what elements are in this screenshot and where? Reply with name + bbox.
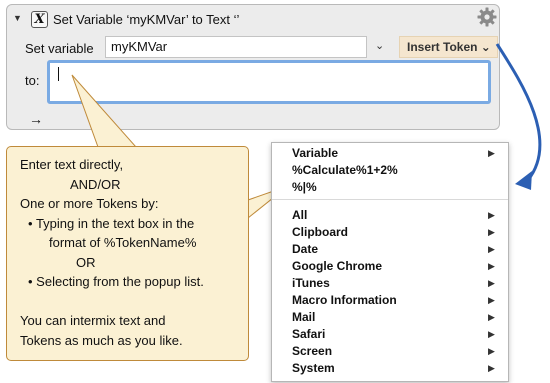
- bullet-icon: •: [28, 274, 37, 289]
- menu-item-label: Mail: [292, 310, 316, 324]
- callout-line: Enter text directly,: [20, 157, 124, 172]
- menu-item-mail[interactable]: Mail ▶: [272, 309, 508, 326]
- menu-separator: [272, 199, 508, 200]
- menu-item-safari[interactable]: Safari ▶: [272, 326, 508, 343]
- menu-item-label: %|%: [292, 180, 317, 194]
- callout-line: OR: [76, 254, 96, 270]
- to-text-field[interactable]: [47, 60, 491, 104]
- action-x-icon: X: [31, 11, 48, 28]
- menu-item-screen[interactable]: Screen ▶: [272, 343, 508, 360]
- submenu-triangle-icon: ▶: [488, 329, 495, 339]
- insert-token-label: Insert Token: [407, 40, 478, 54]
- callout-line: AND/OR: [70, 176, 121, 192]
- gear-icon[interactable]: [477, 7, 497, 27]
- submenu-triangle-icon: ▶: [488, 346, 495, 356]
- submenu-triangle-icon: ▶: [488, 363, 495, 373]
- insert-token-menu: Variable ▶ %Calculate%1+2% %|% All ▶ Cli…: [271, 142, 509, 382]
- menu-item-variable[interactable]: Variable ▶: [272, 145, 508, 162]
- menu-item-macro-information[interactable]: Macro Information ▶: [272, 292, 508, 309]
- callout-bullet-line: • Typing in the text box in the: [20, 214, 248, 234]
- menu-item-cursor-token[interactable]: %|%: [272, 179, 508, 196]
- variable-name-input[interactable]: myKMVar: [105, 36, 367, 58]
- menu-item-itunes[interactable]: iTunes ▶: [272, 275, 508, 292]
- callout-line: [20, 292, 248, 312]
- submenu-triangle-icon: ▶: [488, 227, 495, 237]
- submenu-triangle-icon: ▶: [488, 148, 495, 158]
- menu-item-label: System: [292, 361, 335, 375]
- triangle-down-icon[interactable]: ▼: [13, 13, 22, 23]
- menu-item-all[interactable]: All ▶: [272, 207, 508, 224]
- chevron-down-icon[interactable]: ⌄: [375, 39, 384, 52]
- menu-item-label: iTunes: [292, 276, 330, 290]
- submenu-triangle-icon: ▶: [488, 210, 495, 220]
- help-callout: Enter text directly, AND/OR One or more …: [6, 146, 249, 361]
- callout-line: Selecting from the popup list.: [36, 274, 204, 289]
- menu-item-calculate[interactable]: %Calculate%1+2%: [272, 162, 508, 179]
- callout-line: One or more Tokens by:: [20, 196, 159, 211]
- menu-item-date[interactable]: Date ▶: [272, 241, 508, 258]
- submenu-triangle-icon: ▶: [488, 261, 495, 271]
- chevron-down-icon: ⌄: [477, 40, 491, 54]
- callout-line: format of %TokenName%: [49, 235, 197, 250]
- menu-item-label: %Calculate%1+2%: [292, 163, 398, 177]
- menu-item-system[interactable]: System ▶: [272, 360, 508, 377]
- callout-bullet-line: • Selecting from the popup list.: [20, 272, 248, 292]
- submenu-triangle-icon: ▶: [488, 278, 495, 288]
- menu-item-label: Date: [292, 242, 319, 256]
- right-arrow-icon[interactable]: →: [29, 111, 43, 127]
- set-variable-action-panel: ▼ X Set Variable ‘myKMVar’ to Text ‘’ Se…: [6, 4, 500, 130]
- menu-item-label: Google Chrome: [292, 259, 383, 273]
- insert-token-button[interactable]: Insert Token ⌄: [399, 36, 498, 58]
- menu-item-google-chrome[interactable]: Google Chrome ▶: [272, 258, 508, 275]
- action-title: Set Variable ‘myKMVar’ to Text ‘’: [53, 12, 240, 27]
- callout-line: Tokens as much as you like.: [20, 332, 183, 348]
- text-caret: [58, 67, 59, 81]
- menu-item-label: Macro Information: [292, 293, 397, 307]
- bullet-icon: •: [28, 215, 36, 231]
- submenu-triangle-icon: ▶: [488, 244, 495, 254]
- menu-item-label: Variable: [292, 146, 339, 160]
- submenu-triangle-icon: ▶: [488, 295, 495, 305]
- menu-item-label: Screen: [292, 344, 333, 358]
- menu-item-label: Safari: [292, 327, 326, 341]
- callout-line: Typing in the text box in the: [35, 215, 195, 231]
- to-label: to:: [25, 73, 40, 88]
- callout-line: You can intermix text and: [20, 313, 166, 328]
- set-variable-label: Set variable: [25, 41, 94, 56]
- submenu-triangle-icon: ▶: [488, 312, 495, 322]
- menu-item-clipboard[interactable]: Clipboard ▶: [272, 224, 508, 241]
- menu-item-label: All: [292, 208, 308, 222]
- menu-item-label: Clipboard: [292, 225, 348, 239]
